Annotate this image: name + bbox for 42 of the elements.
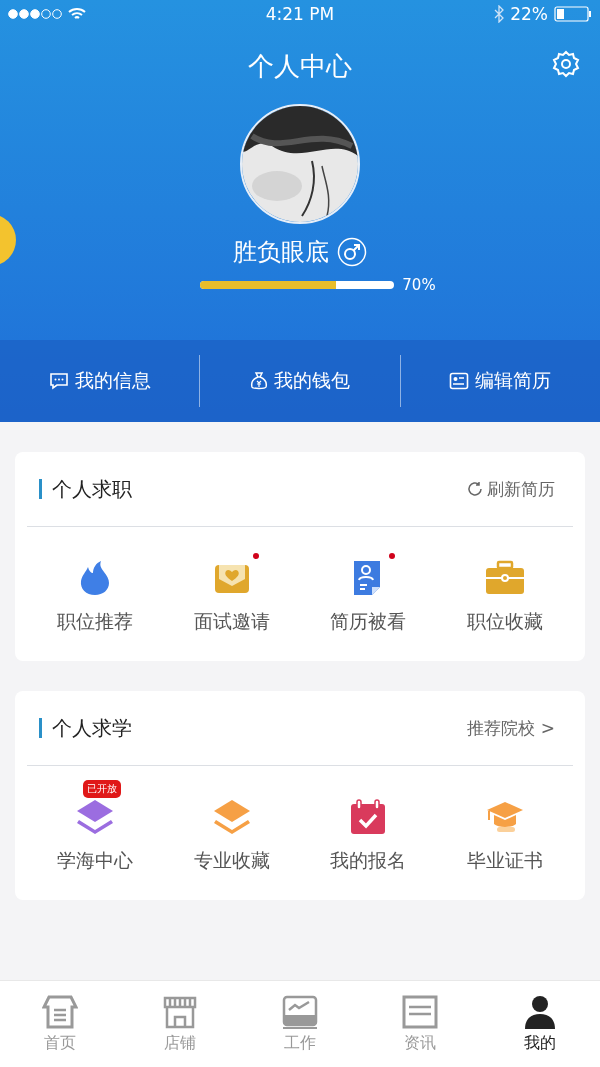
feature-item[interactable]: 已开放 学海中心 [27, 774, 164, 874]
male-symbol-icon [337, 237, 367, 267]
id-card-icon [449, 372, 470, 390]
layers-icon [211, 798, 252, 836]
battery-icon [554, 6, 592, 22]
settings-icon[interactable] [552, 50, 580, 78]
section-title: 个人求学 [39, 718, 132, 738]
feature-item[interactable]: 面试邀请 [163, 535, 300, 635]
bluetooth-icon [494, 5, 505, 23]
wifi-icon [68, 7, 86, 21]
section-action-link[interactable]: 刷新简历 [461, 476, 561, 502]
feature-item[interactable]: 专业收藏 [163, 774, 300, 874]
layers-icon [75, 798, 116, 836]
user-name: 胜负眼底 [233, 237, 329, 268]
feature-item[interactable]: 我的报名 [300, 774, 437, 874]
status-tag: 已开放 [83, 780, 122, 798]
section-action-link[interactable]: 推荐院校 > [461, 715, 561, 741]
feature-item[interactable]: 职位推荐 [27, 535, 164, 635]
person-icon [522, 994, 558, 1029]
money-bag-icon [250, 371, 268, 391]
store-icon [162, 994, 198, 1029]
progress-percent: 70% [402, 276, 436, 294]
half-circle-decoration [0, 214, 16, 266]
toolbox-icon [483, 559, 526, 597]
quick-link[interactable]: 编辑简历 [400, 355, 600, 407]
status-time: 4:21 PM [265, 4, 335, 24]
document-icon [402, 994, 438, 1029]
refresh-icon [467, 481, 483, 497]
chart-monitor-icon [282, 994, 318, 1029]
tab-bar-item[interactable]: 我的 [480, 981, 600, 1067]
page-title: 个人中心 [248, 49, 352, 83]
section-title: 个人求职 [39, 479, 132, 499]
feature-item[interactable]: 简历被看 [300, 535, 437, 635]
feature-item[interactable]: 毕业证书 [436, 774, 573, 874]
chat-icon [48, 372, 69, 390]
calendar-check-icon [349, 798, 388, 836]
battery-percent: 22% [510, 4, 548, 24]
quick-link[interactable]: 我的钱包 [200, 355, 400, 407]
quick-link[interactable]: 我的信息 [0, 355, 200, 407]
home-icon [42, 994, 78, 1029]
feature-item[interactable]: 职位收藏 [436, 535, 573, 635]
signal-icon [8, 9, 62, 19]
